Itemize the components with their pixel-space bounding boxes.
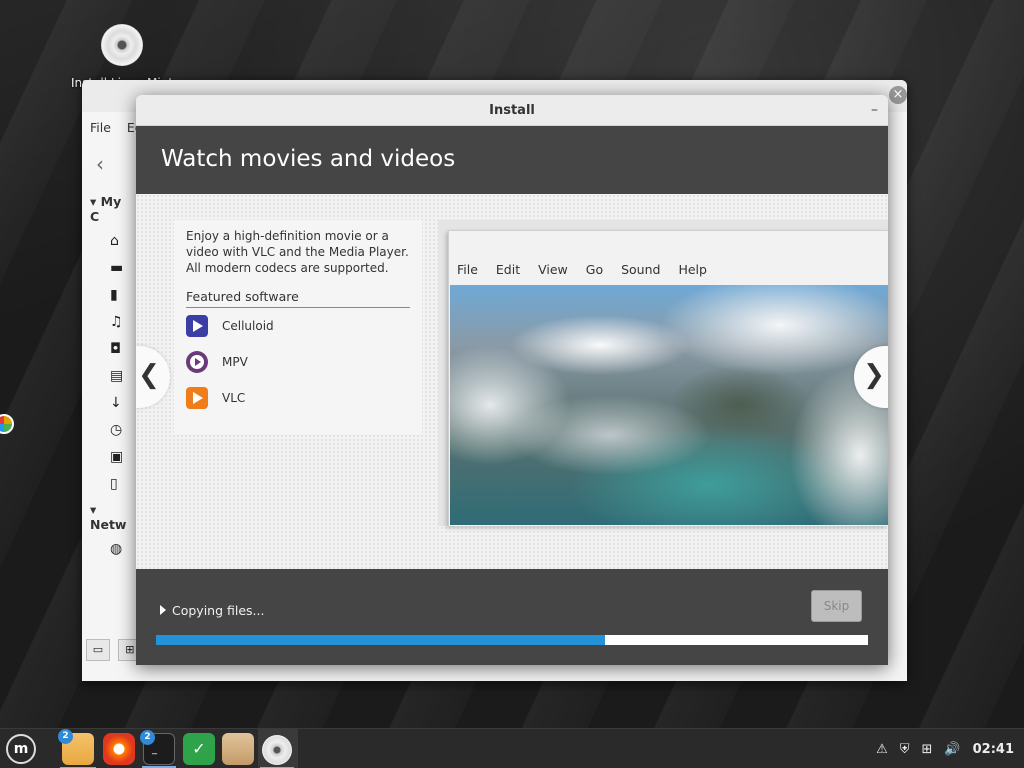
clock-icon[interactable]: ◷ (82, 417, 142, 444)
window-count-badge: 2 (58, 729, 73, 744)
app-name: Celluloid (222, 319, 274, 333)
camera-icon[interactable]: ◘ (82, 336, 142, 363)
menu-file[interactable]: File (90, 120, 111, 135)
music-icon[interactable]: ♫ (82, 309, 142, 336)
volume-icon[interactable]: 🔊 (944, 742, 960, 757)
system-tray: ⚠ ⛨ ⊞ 🔊 02:41 (864, 729, 1014, 768)
vlc-icon (186, 387, 208, 409)
media-player-screenshot: File Edit View Go Sound Help (448, 230, 888, 526)
file-manager-sidebar: ▾ My C ⌂ ▬ ▮ ♫ ◘ ▤ ↓ ◷ ▣ ▯ ▾ Netw ◍ (82, 190, 142, 641)
player-menu-help: Help (678, 262, 707, 277)
slide-description: Enjoy a high-definition movie or a video… (186, 229, 409, 275)
player-menubar: File Edit View Go Sound Help (449, 231, 888, 286)
status-expander[interactable]: Copying files... (160, 603, 264, 618)
chevron-left-icon: ‹ (96, 152, 104, 176)
update-manager-launcher[interactable]: ✓ (183, 733, 215, 765)
slide-heading: Watch movies and videos (136, 126, 888, 194)
installer-window: Install – Watch movies and videos Enjoy … (136, 95, 888, 665)
download-icon[interactable]: ↓ (82, 390, 142, 417)
expander-arrow-icon (160, 605, 166, 615)
player-menu-go: Go (585, 262, 604, 277)
files-launcher[interactable]: 2 (58, 729, 96, 768)
sidebar-section-my-computer[interactable]: ▾ My C (82, 190, 142, 228)
skip-button[interactable]: Skip (811, 590, 862, 622)
progress-fill (156, 635, 605, 645)
installer-footer: Copying files... Skip (136, 569, 888, 665)
document-icon[interactable]: ▮ (82, 282, 142, 309)
firefox-launcher[interactable] (103, 733, 135, 765)
slideshow: Enjoy a high-definition movie or a video… (136, 194, 888, 569)
globe-icon[interactable]: ◍ (82, 536, 142, 563)
celluloid-icon (186, 315, 208, 337)
slide-info-panel: Enjoy a high-definition movie or a video… (174, 220, 422, 434)
window-title: Install (489, 103, 535, 118)
archive-launcher[interactable] (222, 733, 254, 765)
player-menu-sound: Sound (621, 262, 661, 277)
desktop-icon[interactable]: ▬ (82, 255, 142, 282)
video-icon[interactable]: ▤ (82, 363, 142, 390)
window-count-badge: 2 (140, 730, 155, 745)
minimize-button[interactable]: – (871, 95, 878, 126)
disc-icon (101, 24, 143, 66)
installer-task-button[interactable] (260, 735, 294, 768)
terminal-launcher[interactable]: 2 _ (140, 730, 176, 768)
home-icon[interactable]: ⌂ (82, 228, 142, 255)
app-mpv: MPV (186, 344, 410, 380)
places-toggle-icon[interactable]: ▭ (86, 639, 110, 661)
app-name: VLC (222, 391, 246, 405)
shield-icon: ✓ (192, 739, 206, 758)
previous-slide-button[interactable]: ❮ (136, 346, 170, 408)
shield-tray-icon[interactable]: ⛨ (900, 742, 910, 757)
notification-icon[interactable]: ⚠ (876, 742, 888, 757)
player-menu-file: File (457, 262, 478, 277)
app-vlc: VLC (186, 380, 410, 416)
mpv-icon (186, 351, 208, 373)
player-menu-edit: Edit (495, 262, 521, 277)
player-menu-view: View (538, 262, 568, 277)
installer-titlebar[interactable]: Install – (136, 95, 888, 126)
trash-icon[interactable]: ▯ (82, 471, 142, 498)
featured-software-label: Featured software (186, 289, 410, 308)
app-name: MPV (222, 355, 248, 369)
progress-bar (156, 635, 868, 645)
mint-menu-button[interactable]: m (6, 734, 36, 764)
video-frame-image (450, 285, 888, 525)
sidebar-section-network[interactable]: ▾ Netw (82, 498, 142, 536)
file-system-icon[interactable]: ▣ (82, 444, 142, 471)
network-icon[interactable]: ⊞ (922, 742, 933, 757)
status-text: Copying files... (172, 603, 265, 618)
colorful-app-icon[interactable] (0, 414, 14, 434)
taskbar: m 2 2 _ ✓ ⚠ ⛨ ⊞ 🔊 02:41 (0, 728, 1024, 768)
app-celluloid: Celluloid (186, 308, 410, 344)
clock[interactable]: 02:41 (973, 742, 1014, 757)
close-icon[interactable]: × (889, 86, 907, 104)
